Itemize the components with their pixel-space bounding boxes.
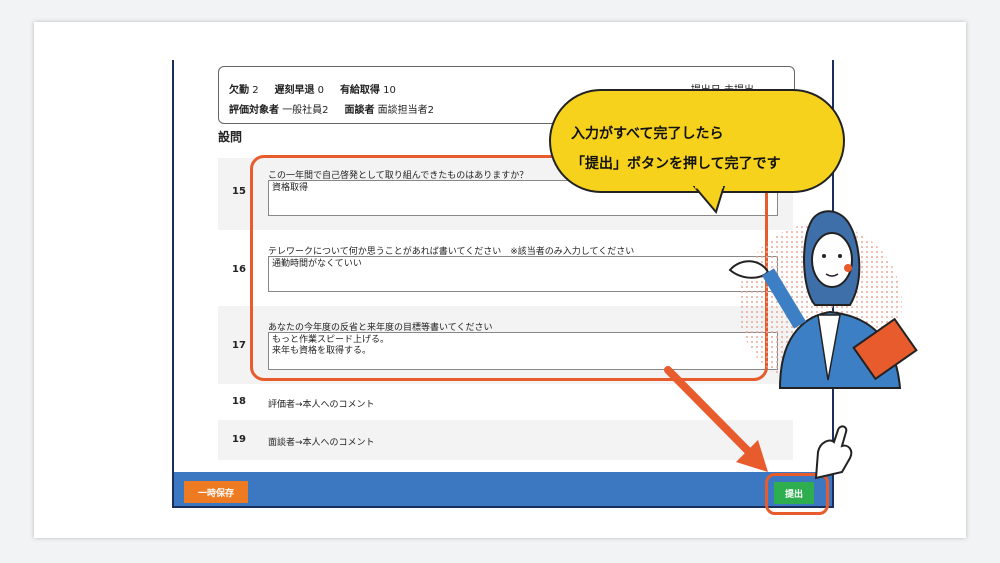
callout-line-2: 「提出」ボタンを押して完了です: [571, 156, 781, 172]
pointing-hand-icon: [814, 425, 853, 480]
callout-line-1: 入力がすべて完了したら: [571, 126, 724, 142]
callout-bubble: 入力がすべて完了したら 「提出」ボタンを押して完了です: [549, 89, 845, 193]
presenter-woman-icon: [720, 180, 918, 390]
